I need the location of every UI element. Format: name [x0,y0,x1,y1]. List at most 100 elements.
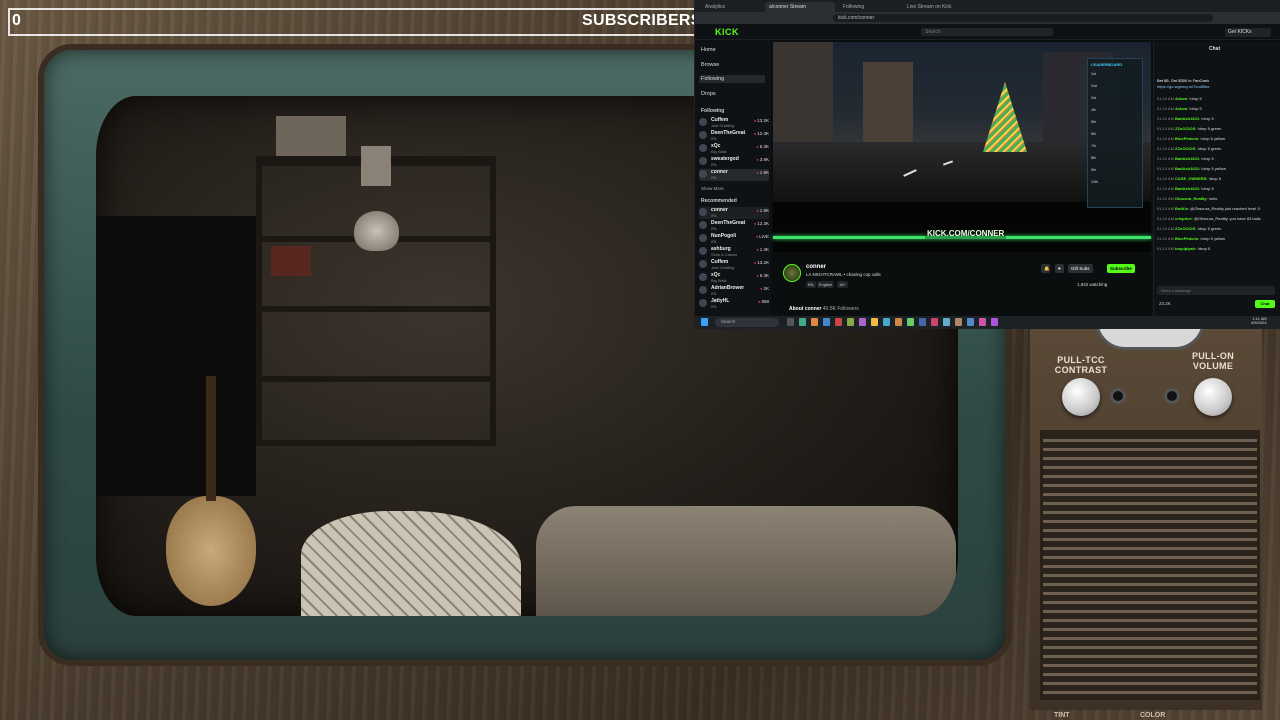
leaderboard-row: 2nd [1091,84,1097,88]
following-item[interactable]: xQcBig Walk6.3K [699,143,769,155]
chat-message: 01:10 AM Aslam: !drop 5 [1157,96,1277,101]
chat-username[interactable]: Aslam [1175,106,1187,111]
chat-pinned-message: Bet $5, Get $300 in FanCash [1157,78,1209,83]
about-heading: About conner 40.8K Followers [789,306,859,312]
taskbar-app-icon[interactable] [943,318,950,326]
recommended-item[interactable]: JattyHLIRL868 [699,298,769,310]
chat-message: 01:10 AM BadAsh1621: !drop 5 [1157,186,1277,191]
chat-message: 01:10 AM Obscura_Reality: hello [1157,196,1277,201]
nav-browse[interactable]: Browse [701,62,719,68]
stream-tag[interactable]: English [817,281,835,288]
nav-following[interactable]: Following [699,75,765,83]
volume-label: PULL-ON VOLUME [1191,351,1235,371]
chat-timestamp: 01:10 AM [1157,146,1174,151]
chat-timestamp: 01:10 AM [1157,246,1174,251]
heart-icon[interactable]: ♥ [1055,264,1064,273]
taskbar-app-icon[interactable] [991,318,998,326]
chat-text: !drop 5 [1201,116,1214,121]
recommended-item[interactable]: connerIRL1.9K [699,207,769,219]
kick-search-input[interactable]: Search [921,28,1053,36]
chat-username[interactable]: BotKix [1175,206,1188,211]
chat-pinned-link[interactable]: https://go.wgency.io/7ecdf0be [1157,84,1277,89]
nav-home[interactable]: Home [701,47,716,53]
subscriber-goal-title: SUBSCRIBERS [582,12,702,29]
room-doorway [96,216,256,496]
taskbar-app-icon[interactable] [835,318,842,326]
chat-timestamp: 01:10 AM [1157,106,1174,111]
taskbar-app-icon[interactable] [979,318,986,326]
chat-username[interactable]: Aslam [1175,96,1187,101]
taskbar-app-icon[interactable] [919,318,926,326]
recommended-item[interactable]: CuffemJust Chatting13.2K [699,259,769,271]
taskbar-app-icon[interactable] [907,318,914,326]
show-more-link[interactable]: Show More [701,186,724,191]
stream-tag[interactable]: IRL [806,281,817,288]
chat-text: !drop 5 green [1197,226,1222,231]
chat-timestamp: 01:10 AM [1157,176,1174,181]
taskbar-app-icon[interactable] [799,318,806,326]
taskbar-app-icon[interactable] [847,318,854,326]
kick-logo[interactable]: KICK [715,27,739,37]
chat-username[interactable]: Obscura_Reality [1175,196,1207,201]
streamer-name[interactable]: conner [806,264,826,270]
recommended-item[interactable]: NunPogoliIRLLIVE [699,233,769,245]
browser-tab[interactable]: Following [839,2,899,12]
taskbar-app-icon[interactable] [955,318,962,326]
following-header: Following [701,108,725,114]
taskbar-app-icon[interactable] [787,318,794,326]
chat-username[interactable]: BadAsh1621 [1175,186,1199,191]
chat-input[interactable]: Send a message [1157,286,1275,295]
taskbar-app-icon[interactable] [931,318,938,326]
get-kicks-button[interactable]: Get KICKs [1225,28,1271,37]
nav-drops[interactable]: Drops [701,91,716,97]
following-item[interactable]: sweatergodIRL3.9K [699,156,769,168]
chat-message: 01:10 AM tooplplpsh: !drop 5 [1157,246,1277,251]
taskbar-search[interactable]: Search [715,318,779,327]
notify-bell-icon[interactable]: 🔔 [1041,264,1050,273]
browser-tab-active[interactable]: a/conner Stream [765,2,835,12]
streamer-avatar[interactable] [783,264,801,282]
chat-username[interactable]: BluePinkuin [1175,136,1198,141]
chat-username[interactable]: BluePinkuin [1175,236,1198,241]
subscribe-button[interactable]: Subscribe [1107,264,1135,273]
taskbar-app-icon[interactable] [967,318,974,326]
chat-message: 01:10 AM BadAsh1621: !drop 5 [1157,156,1277,161]
recommended-item[interactable]: AdrianBrowerIRL2K [699,285,769,297]
chat-username[interactable]: tooplplpsh [1175,246,1195,251]
chat-username[interactable]: BadAsh1621 [1175,156,1199,161]
room-blanket [301,511,521,616]
taskbar-app-icon[interactable] [811,318,818,326]
stream-tag[interactable]: 18+ [837,281,848,288]
taskbar-app-icon[interactable] [823,318,830,326]
chat-username[interactable]: ZZnOCIOS [1175,226,1195,231]
recommended-item[interactable]: DeenTheGreatIRL12.3K [699,220,769,232]
chat-username[interactable]: CASE_OWNERS [1175,176,1206,181]
video-building [863,62,913,147]
chat-username[interactable]: ZZnOCIOS [1175,146,1195,151]
chat-timestamp: 01:10 AM [1157,126,1174,131]
chat-username[interactable]: BadAsh1621 [1175,116,1199,121]
taskbar-app-icon[interactable] [859,318,866,326]
taskbar-app-icon[interactable] [871,318,878,326]
url-field[interactable]: kick.com/conner [833,14,1213,22]
following-item[interactable]: CuffemJust Chatting13.2K [699,117,769,129]
chat-timestamp: 01:10 AM [1157,166,1174,171]
chat-send-button[interactable]: Chat [1255,300,1275,308]
chat-text: hello [1208,196,1218,201]
taskbar-app-icon[interactable] [883,318,890,326]
chat-username[interactable]: BadAsh1621 [1175,166,1199,171]
chat-timestamp: 01:10 AM [1157,96,1174,101]
chat-username[interactable]: crisprice [1175,216,1192,221]
small-knob [1110,388,1126,404]
windows-start-icon[interactable] [701,318,708,326]
browser-tab[interactable]: Analytics [701,2,761,12]
chat-viewer-stats: 23.2K [1159,301,1171,306]
recommended-item[interactable]: xQcBig Walk6.3K [699,272,769,284]
taskbar-app-icon[interactable] [895,318,902,326]
gift-subs-button[interactable]: Gift Subs [1068,264,1093,273]
browser-tab[interactable]: Live Stream on Kick [903,2,973,12]
following-item-active[interactable]: connerIRL1.9K [699,169,769,181]
following-item[interactable]: DeenTheGreatIRL12.3K [699,130,769,142]
chat-username[interactable]: ZZnOCIOS [1175,126,1195,131]
recommended-item[interactable]: ashburgSlots & Casino1.3K [699,246,769,258]
